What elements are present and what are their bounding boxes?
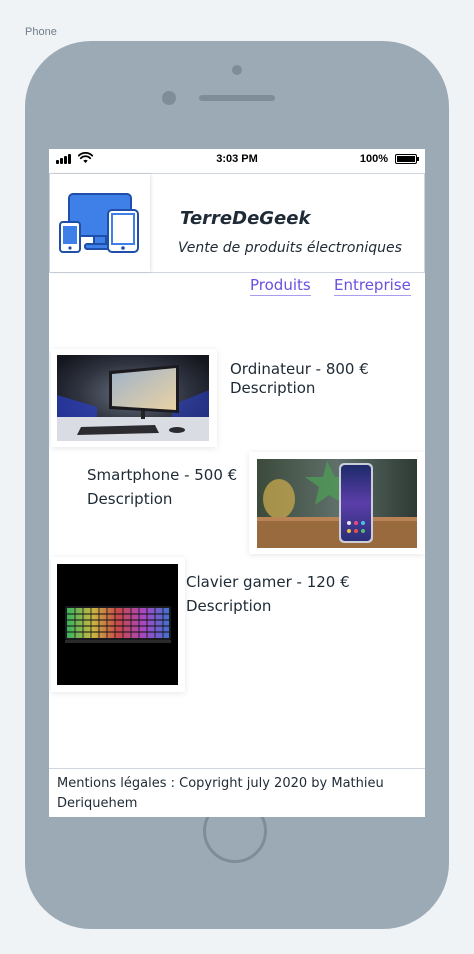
site-title: TerreDeGeek	[180, 208, 311, 229]
smartphone-photo[interactable]	[257, 459, 417, 548]
product-name: Ordinateur - 800 €	[230, 360, 369, 378]
product-name: Clavier gamer - 120 €	[186, 573, 350, 591]
proximity-sensor	[162, 91, 176, 105]
product-image-frame	[51, 349, 217, 447]
front-camera	[232, 65, 242, 75]
devices-icon	[59, 193, 139, 253]
product-image-frame	[249, 452, 425, 554]
earpiece-speaker	[199, 95, 275, 101]
nav-link-produits[interactable]: Produits	[250, 276, 311, 296]
phone-screen: 3:03 PM 100% TerreDeGeek Vente de produi…	[49, 149, 425, 817]
site-header: TerreDeGeek Vente de produits électroniq…	[49, 173, 425, 273]
battery-percent: 100%	[359, 153, 388, 165]
product-description: Description	[186, 597, 272, 615]
product-description: Description	[87, 490, 173, 508]
product-name: Smartphone - 500 €	[87, 466, 238, 484]
battery-icon	[395, 154, 419, 164]
product-description: Description	[230, 379, 316, 397]
computer-photo[interactable]	[57, 355, 209, 441]
footer-text: Mentions légales : Copyright july 2020 b…	[57, 776, 384, 811]
frame-label: Phone	[25, 26, 57, 38]
keyboard-photo[interactable]	[57, 564, 178, 685]
site-tagline: Vente de produits électroniques	[178, 240, 402, 256]
nav-link-entreprise[interactable]: Entreprise	[334, 276, 411, 296]
logo[interactable]	[50, 174, 150, 272]
site-footer: Mentions légales : Copyright july 2020 b…	[49, 768, 425, 817]
product-image-frame	[51, 557, 185, 692]
status-bar: 3:03 PM 100%	[49, 149, 425, 169]
